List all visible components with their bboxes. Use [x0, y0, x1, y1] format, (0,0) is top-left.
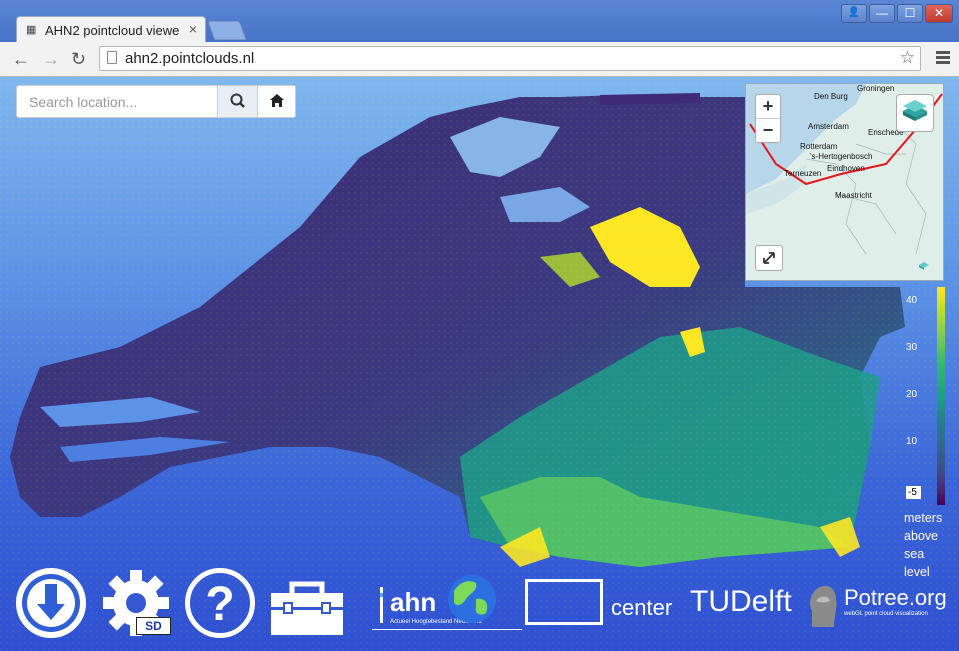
- city-label: Terneuzen: [784, 169, 822, 178]
- potree-wordmark: Potree.org: [844, 585, 947, 610]
- potree-subtitle: webGL point cloud visualization: [844, 611, 928, 617]
- legend-unit-line: above: [904, 529, 939, 543]
- expand-icon: [763, 252, 775, 264]
- download-button[interactable]: [16, 568, 86, 638]
- city-label: Eindhoven: [827, 164, 865, 173]
- bookmark-star-icon[interactable]: ☆: [900, 48, 915, 68]
- escience-mark: [525, 579, 603, 625]
- toolbox-icon[interactable]: [268, 579, 346, 637]
- city-label: 's-Hertogenbosch: [810, 152, 873, 161]
- globe-icon: [448, 575, 496, 623]
- city-label: Amsterdam: [808, 122, 849, 131]
- city-label: Groningen: [857, 84, 895, 93]
- download-icon: [22, 574, 80, 632]
- mini-layers-icon: [919, 262, 929, 270]
- potree-statue-icon: [810, 585, 837, 627]
- question-icon: ?: [205, 578, 234, 631]
- legend-color-ramp: [937, 287, 945, 505]
- title-bar: ▦ AHN2 pointcloud viewe × 👤 — ☐ ✕: [0, 0, 959, 43]
- help-button[interactable]: ?: [185, 568, 255, 638]
- browser-menu-button[interactable]: [936, 51, 950, 66]
- layers-button[interactable]: [896, 94, 934, 132]
- escience-center-logo: center: [525, 579, 685, 629]
- browser-tab[interactable]: ▦ AHN2 pointcloud viewe ×: [16, 16, 206, 43]
- tudelft-logo: TUDelft: [690, 585, 792, 619]
- ahn-logo: ahn Actueel Hoogtebestand Nederland: [372, 575, 522, 631]
- pointcloud-favicon-icon: ▦: [26, 24, 37, 36]
- location-search: [16, 85, 296, 118]
- zoom-in-button[interactable]: +: [756, 95, 780, 118]
- city-label: Rotterdam: [800, 142, 838, 151]
- window-controls: 👤 — ☐ ✕: [841, 4, 953, 23]
- legend-unit-line: sea: [904, 547, 925, 561]
- ahn-underline: [372, 629, 522, 630]
- address-bar[interactable]: ahn2.pointclouds.nl ☆: [99, 46, 921, 71]
- legend-tick: 10: [906, 436, 918, 447]
- expand-minimap-button[interactable]: [755, 245, 783, 271]
- maximize-button[interactable]: ☐: [897, 4, 923, 23]
- legend-unit-line: meters: [904, 511, 943, 525]
- new-tab-button[interactable]: [207, 21, 247, 40]
- search-input[interactable]: [17, 86, 217, 117]
- home-button[interactable]: [257, 86, 295, 117]
- url-text: ahn2.pointclouds.nl: [125, 50, 255, 67]
- search-icon: [230, 93, 245, 108]
- close-window-button[interactable]: ✕: [925, 4, 953, 23]
- legend-tick: 20: [906, 389, 918, 400]
- minimize-button[interactable]: —: [869, 4, 895, 23]
- tab-title: AHN2 pointcloud viewe: [45, 23, 180, 38]
- city-label: Maastricht: [835, 191, 872, 200]
- potree-logo: Potree.org webGL point cloud visualizati…: [806, 581, 956, 637]
- browser-toolbar: ← → ↻ ahn2.pointclouds.nl ☆: [0, 42, 959, 77]
- ahn-bar-icon: [380, 587, 383, 623]
- pointcloud-viewport[interactable]: + − Den Burg Groningen Amsterdam Ensched…: [0, 77, 959, 651]
- escience-wordmark: center: [611, 595, 673, 620]
- tab-close-icon[interactable]: ×: [189, 21, 197, 37]
- settings-badge: SD: [136, 617, 171, 635]
- layers-icon: [903, 100, 927, 121]
- bottom-toolbar: SD ? ahn Actueel Hoogtebestand Nederland…: [0, 563, 959, 651]
- overview-minimap[interactable]: + − Den Burg Groningen Amsterdam Ensched…: [745, 83, 944, 281]
- zoom-out-button[interactable]: −: [756, 118, 780, 142]
- legend-tick: 30: [906, 342, 918, 353]
- reload-button[interactable]: ↻: [71, 49, 86, 70]
- search-button[interactable]: [217, 86, 257, 117]
- forward-button[interactable]: →: [42, 49, 60, 70]
- svg-text:?: ?: [205, 578, 234, 631]
- ahn-wordmark: ahn: [390, 587, 437, 617]
- page-icon: [107, 51, 117, 64]
- profile-button[interactable]: 👤: [841, 4, 867, 23]
- legend-tick: 40: [906, 295, 918, 306]
- legend-tick-min: -5: [906, 486, 921, 499]
- minimap-zoom-control: + −: [755, 94, 781, 143]
- elevation-legend: 40 30 20 10 -5 meters above sea level: [904, 287, 950, 587]
- home-icon: [270, 94, 284, 107]
- tudelft-wordmark: TUDelft: [690, 585, 792, 618]
- browser-window: ▦ AHN2 pointcloud viewe × 👤 — ☐ ✕ ← → ↻ …: [0, 0, 959, 651]
- wadden-island: [600, 93, 700, 105]
- back-button[interactable]: ←: [12, 49, 30, 70]
- city-label: Den Burg: [814, 92, 848, 101]
